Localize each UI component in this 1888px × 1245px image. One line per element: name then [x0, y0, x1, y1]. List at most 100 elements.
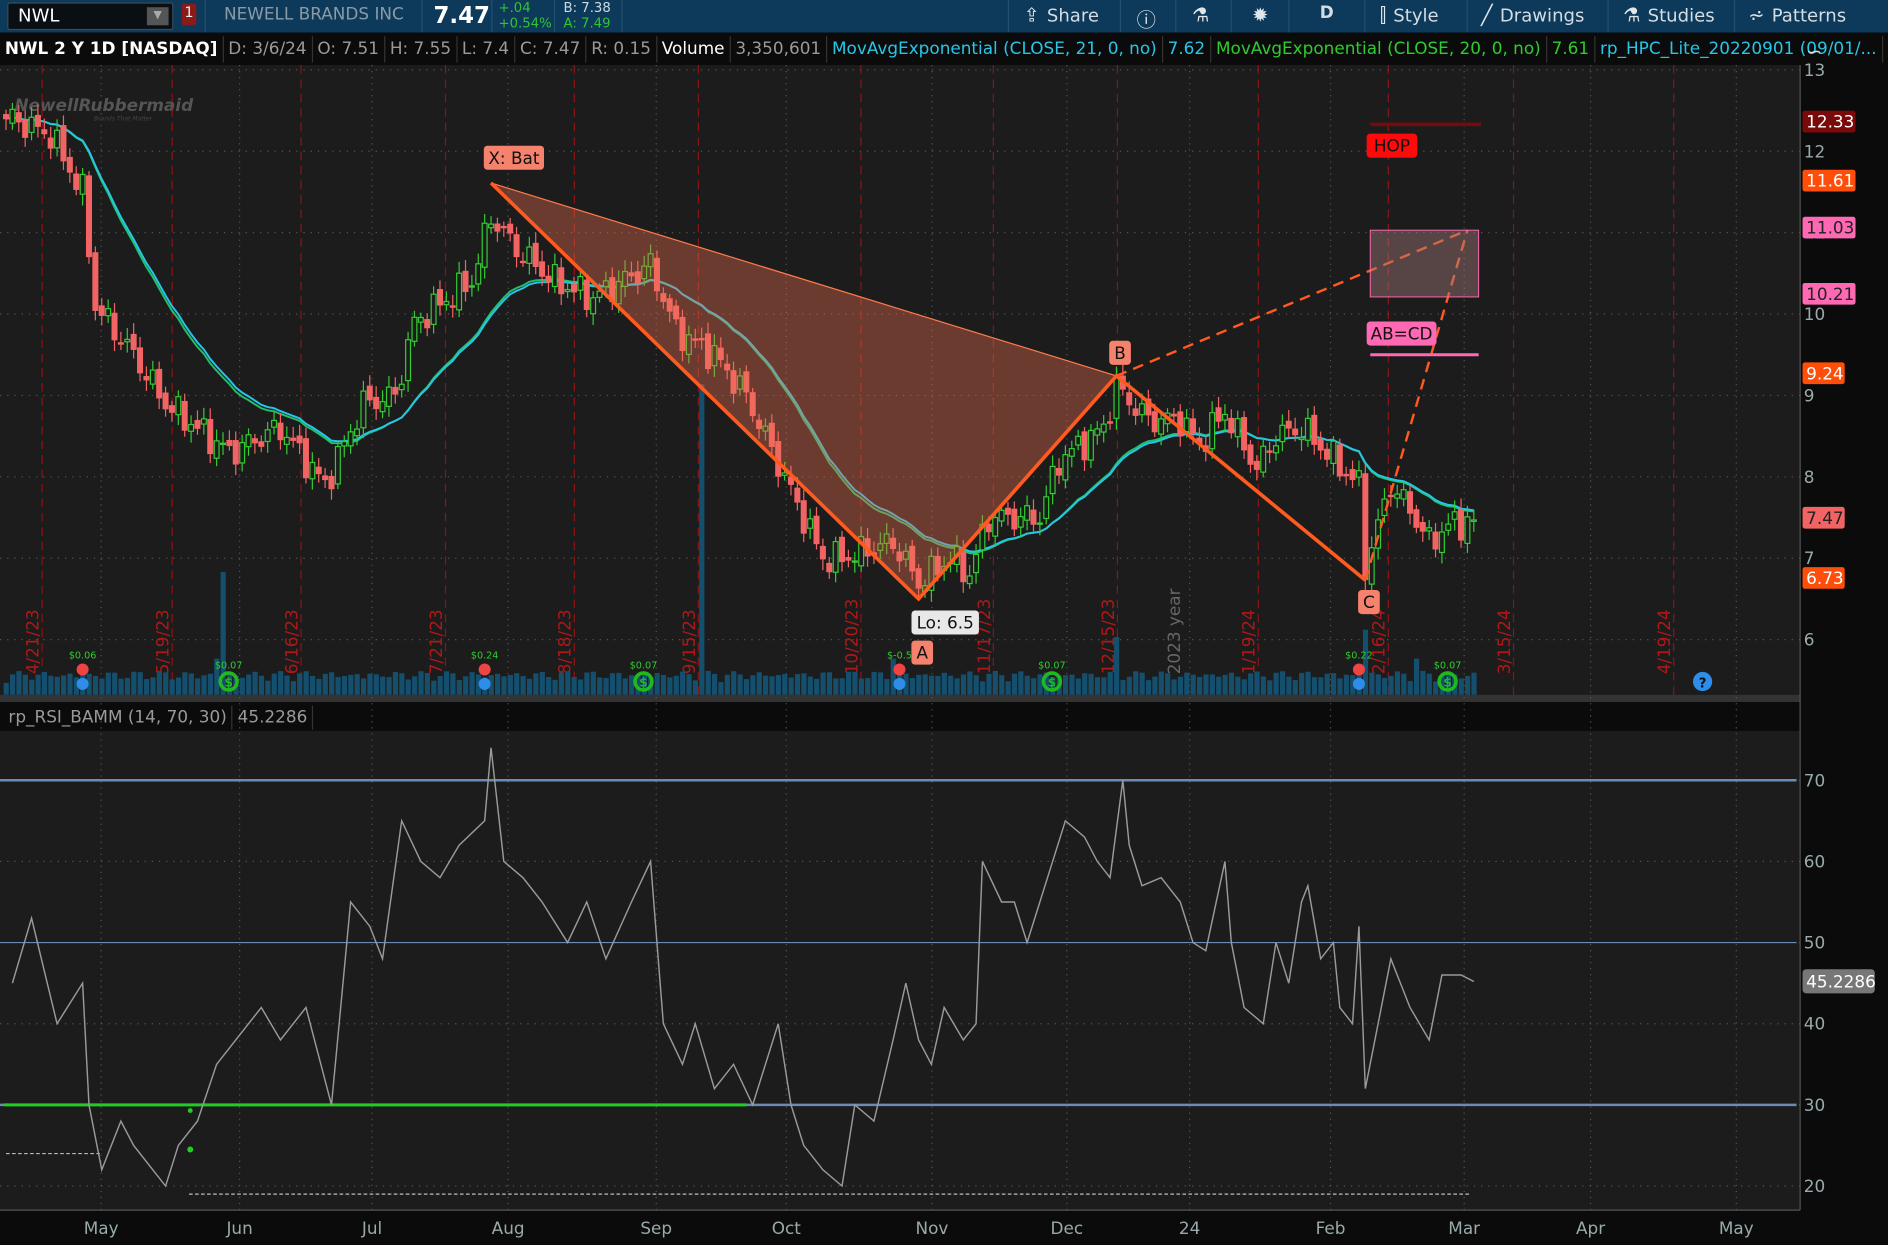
price-axis-label-bg	[1802, 169, 1856, 192]
volume-bar	[284, 675, 290, 695]
drawings-button[interactable]: ╱ Drawings	[1481, 4, 1584, 27]
volume-bar	[1082, 673, 1088, 695]
volume-bar	[41, 671, 48, 695]
patterns-button[interactable]: ⩫ Patterns	[1748, 4, 1846, 27]
candle-body	[188, 423, 195, 432]
period-button[interactable]: D	[1320, 4, 1334, 23]
candle-body	[890, 537, 897, 550]
candle-body	[896, 551, 903, 562]
volume-bar	[871, 671, 877, 695]
candle-body	[647, 253, 654, 268]
date-marker-label: 8/18/23	[555, 609, 575, 674]
header-bar: NWL ▼ 1 NEWELL BRANDS INC 7.47 +.04 +0.54%…	[0, 0, 1888, 33]
volume-bar	[801, 673, 807, 695]
volume-bar	[380, 676, 386, 695]
volume-bar	[412, 676, 418, 695]
volume-bar	[424, 672, 430, 695]
symbol-value: NWL	[18, 4, 60, 27]
volume-bar	[258, 675, 265, 695]
candle-body	[1234, 418, 1241, 438]
link-group-badge[interactable]: 1	[181, 3, 197, 26]
volume-bar	[360, 678, 367, 695]
volume-bar	[750, 675, 756, 695]
earnings-info-icon	[76, 677, 89, 690]
earnings-phone-icon	[478, 663, 491, 676]
share-button[interactable]: ⇪ Share	[1023, 4, 1099, 27]
volume-bar	[520, 676, 526, 695]
rsi-label[interactable]: rp_RSI_BAMM (14, 70, 30)	[4, 705, 233, 730]
month-label: Sep	[640, 1218, 672, 1238]
candle-body	[1368, 547, 1375, 585]
panel-splitter	[0, 694, 1801, 702]
candle-body	[781, 472, 788, 476]
candle-body	[1202, 445, 1209, 452]
volume-bar	[1452, 674, 1458, 695]
candle-body	[998, 509, 1005, 522]
style-button[interactable]: ⫿ Style	[1380, 4, 1439, 28]
candle-body	[1419, 522, 1426, 532]
candle-body	[98, 305, 105, 316]
symbol-dropdown-icon[interactable]: ▼	[146, 7, 169, 26]
volume-label[interactable]: Volume	[657, 36, 731, 63]
candle-body	[1081, 431, 1088, 461]
volume-bar	[1433, 681, 1439, 695]
volume-bar	[131, 671, 137, 695]
candle-body	[398, 383, 405, 391]
candle-body	[1464, 516, 1471, 544]
candle-body	[1272, 445, 1279, 454]
volume-bar	[1267, 680, 1273, 695]
month-label: Mar	[1448, 1218, 1480, 1238]
low-label-text: Lo: 6.5	[917, 613, 974, 633]
volume-bar	[67, 673, 73, 695]
candle-body	[1036, 522, 1043, 525]
hpc-study-label[interactable]: rp_HPC_Lite_20220901 (09/01/...	[1595, 36, 1883, 63]
price-tick-label: 6	[1804, 630, 1815, 650]
candle-body	[207, 419, 214, 455]
candle-body	[1387, 494, 1394, 498]
rsi-current-label: 45.2286	[1802, 969, 1876, 994]
volume-bar	[329, 672, 335, 695]
volume-bar	[609, 673, 616, 695]
ema21-label[interactable]: MovAvgExponential (CLOSE, 21, 0, no)	[827, 36, 1163, 63]
volume-bar	[565, 671, 571, 695]
candle-body	[717, 347, 724, 361]
month-label: 24	[1179, 1218, 1200, 1238]
month-label: Dec	[1051, 1218, 1084, 1238]
rsi-signal-dot	[187, 1108, 193, 1113]
candle-body	[143, 375, 150, 381]
volume-bar	[865, 678, 871, 695]
volume-bar	[1273, 672, 1279, 695]
prz-box	[1369, 229, 1480, 298]
volume-bar	[3, 682, 9, 695]
bar-low: L: 7.4	[457, 36, 516, 63]
candle-body	[1304, 417, 1311, 441]
candle-body	[117, 342, 124, 345]
volume-bar	[1209, 674, 1215, 695]
candle-body	[832, 541, 839, 573]
volume-bar	[1139, 672, 1145, 695]
candle-body	[883, 533, 890, 544]
date-marker-label: 2/16/24	[1369, 609, 1389, 674]
volume-bar	[590, 671, 596, 695]
candle-body	[1024, 505, 1031, 521]
candle-body	[532, 242, 539, 267]
candle-body	[500, 225, 507, 229]
volume-bar	[928, 675, 935, 695]
ema20-label[interactable]: MovAvgExponential (CLOSE, 20, 0, no)	[1211, 36, 1547, 63]
settings-button[interactable]: ✹	[1252, 4, 1268, 27]
volume-bar	[16, 671, 22, 695]
studies-button[interactable]: ⚗ Studies	[1623, 4, 1715, 27]
candle-body	[156, 368, 163, 399]
symbol-input[interactable]: NWL ▼	[7, 2, 174, 31]
candle-body	[411, 316, 418, 342]
candle-body	[1330, 440, 1337, 465]
flask-button[interactable]: ⚗	[1192, 4, 1209, 27]
candle-body	[698, 337, 705, 341]
candle-body	[570, 284, 578, 293]
month-label: Oct	[772, 1218, 802, 1238]
candle-body	[481, 222, 488, 268]
info-icon: ⓘ	[1136, 8, 1156, 32]
candle-body	[366, 385, 373, 401]
info-button[interactable]: ⓘ	[1137, 4, 1156, 33]
label-c: C	[1358, 590, 1380, 615]
